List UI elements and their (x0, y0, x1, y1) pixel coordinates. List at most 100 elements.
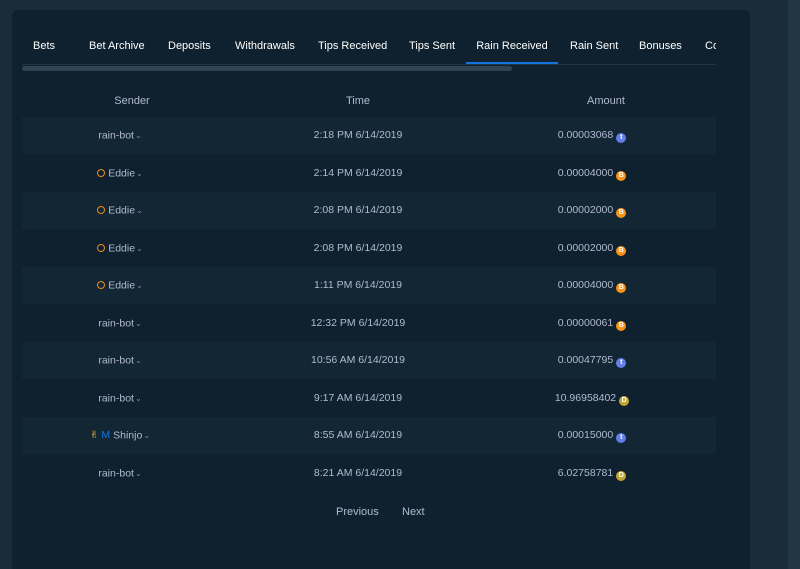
tab-tips-received[interactable]: Tips Received (318, 28, 387, 62)
column-header-amount: Amount (587, 95, 625, 107)
amount-cell: 0.00004000 B (492, 155, 692, 192)
amount-cell: 0.00003068 t (492, 117, 692, 154)
amount-cell: 0.00002000 B (492, 192, 692, 229)
time-cell: 9:17 AM 6/14/2019 (313, 391, 403, 404)
page-scrollbar-track[interactable] (788, 0, 800, 569)
table-row: Eddie⌄ 2:08 PM 6/14/2019 0.00002000 B (22, 230, 716, 267)
sender-cell[interactable]: Eddie⌄ (22, 230, 218, 267)
table-row: rain-bot⌄ 10:56 AM 6/14/2019 0.00047795 t (22, 342, 716, 379)
hand-icon: ✌ (89, 430, 99, 442)
sender-cell[interactable]: rain-bot⌄ (22, 455, 218, 492)
sender-cell[interactable]: Eddie⌄ (22, 155, 218, 192)
eth-icon: t (616, 358, 627, 368)
tab-coupons[interactable]: Coupons (705, 28, 716, 62)
sender-cell[interactable]: ✌ M Shinjo⌄ (22, 417, 218, 454)
table-row: rain-bot⌄ 9:17 AM 6/14/2019 10.96958402 D (22, 380, 716, 417)
moderator-badge: M (101, 429, 111, 442)
amount-value: 0.00000061 (557, 316, 614, 329)
tab-bonuses[interactable]: Bonuses (639, 28, 682, 62)
tab-withdrawals[interactable]: Withdrawals (235, 28, 295, 62)
time-cell: 10:56 AM 6/14/2019 (311, 354, 405, 366)
tab-divider (22, 64, 716, 65)
user-level-ring-icon (97, 243, 106, 252)
btc-icon: B (616, 320, 627, 331)
sender-cell[interactable]: rain-bot⌄ (22, 380, 218, 417)
tab-deposits[interactable]: Deposits (168, 28, 211, 62)
tab-bet-archive[interactable]: Bet Archive (89, 28, 145, 62)
next-page-button[interactable]: Next (402, 506, 425, 518)
sender-name[interactable]: rain-bot (98, 317, 134, 329)
amount-cell: 0.00002000 B (492, 230, 692, 267)
amount-cell: 0.00004000 B (492, 267, 692, 304)
amount-cell: 6.02758781 D (492, 455, 692, 492)
time-cell: 2:18 PM 6/14/2019 (313, 129, 403, 141)
sender-cell[interactable]: rain-bot⌄ (22, 305, 218, 342)
amount-value: 0.00003068 (557, 129, 614, 141)
sender-cell[interactable]: rain-bot⌄ (22, 342, 218, 379)
sender-cell[interactable]: rain-bot⌄ (22, 117, 218, 154)
table-row: rain-bot⌄ 2:18 PM 6/14/2019 0.00003068 t (22, 117, 716, 154)
time-cell: 12:32 PM 6/14/2019 (310, 316, 406, 329)
sender-cell[interactable]: Eddie⌄ (22, 192, 218, 229)
amount-value: 6.02758781 (557, 466, 614, 479)
chevron-down-icon[interactable]: ⌄ (135, 117, 142, 154)
time-cell: 8:55 AM 6/14/2019 (313, 429, 403, 441)
chevron-down-icon[interactable]: ⌄ (136, 155, 143, 192)
amount-value: 0.00002000 (557, 204, 614, 216)
sender-name[interactable]: rain-bot (98, 467, 134, 479)
chevron-down-icon[interactable]: ⌄ (135, 305, 142, 342)
sender-name[interactable]: Eddie (108, 242, 135, 254)
tab-bets[interactable]: Bets (33, 28, 55, 62)
eth-icon: t (616, 133, 627, 143)
btc-icon: B (616, 208, 627, 218)
user-level-ring-icon (97, 168, 106, 177)
time-cell: 8:21 AM 6/14/2019 (313, 466, 403, 479)
sender-name[interactable]: rain-bot (98, 392, 134, 404)
tab-tips-sent[interactable]: Tips Sent (409, 28, 455, 62)
user-level-ring-icon (97, 281, 106, 290)
sender-name[interactable]: rain-bot (98, 129, 134, 141)
sender-name[interactable]: Eddie (108, 167, 135, 179)
time-cell: 1:11 PM 6/14/2019 (314, 279, 402, 291)
table-row: Eddie⌄ 1:11 PM 6/14/2019 0.00004000 B (22, 267, 716, 304)
column-header-sender: Sender (114, 95, 150, 107)
transaction-tabs: Bets Bet Archive Deposits Withdrawals Ti… (22, 28, 716, 64)
tab-rain-received[interactable]: Rain Received (466, 28, 558, 64)
tabs-horizontal-scrollbar[interactable] (22, 66, 512, 71)
chevron-down-icon[interactable]: ⌄ (143, 417, 150, 454)
chevron-down-icon[interactable]: ⌄ (136, 267, 143, 304)
amount-value: 0.00002000 (557, 241, 614, 254)
chevron-down-icon[interactable]: ⌄ (135, 342, 142, 379)
btc-icon: B (616, 170, 627, 181)
amount-value: 0.00004000 (557, 279, 614, 291)
amount-value: 0.00015000 (557, 429, 614, 441)
user-level-ring-icon (97, 206, 106, 215)
column-header-time: Time (345, 95, 371, 107)
sender-name[interactable]: rain-bot (98, 354, 134, 366)
chevron-down-icon[interactable]: ⌄ (136, 230, 143, 267)
sender-cell[interactable]: Eddie⌄ (22, 267, 218, 304)
sender-name[interactable]: Eddie (108, 204, 135, 216)
table-row: rain-bot⌄ 12:32 PM 6/14/2019 0.00000061 B (22, 305, 716, 342)
table-row: rain-bot⌄ 8:21 AM 6/14/2019 6.02758781 D (22, 455, 716, 492)
amount-value: 0.00047795 (557, 354, 614, 366)
amount-cell: 10.96958402 D (492, 380, 692, 417)
amount-value: 10.96958402 (554, 391, 617, 404)
sender-name[interactable]: Eddie (108, 279, 135, 291)
chevron-down-icon[interactable]: ⌄ (135, 455, 142, 492)
sender-name[interactable]: Shinjo (113, 429, 142, 441)
chevron-down-icon[interactable]: ⌄ (136, 192, 143, 229)
amount-cell: 0.00047795 t (492, 342, 692, 379)
amount-value: 0.00004000 (557, 166, 614, 179)
table-row: Eddie⌄ 2:14 PM 6/14/2019 0.00004000 B (22, 155, 716, 192)
table-row: Eddie⌄ 2:08 PM 6/14/2019 0.00002000 B (22, 192, 716, 229)
eth-icon: t (616, 433, 627, 443)
doge-icon: D (619, 395, 630, 406)
previous-page-button[interactable]: Previous (336, 506, 379, 518)
btc-icon: B (616, 283, 627, 293)
table-row: ✌ M Shinjo⌄ 8:55 AM 6/14/2019 0.00015000 t (22, 417, 716, 454)
chevron-down-icon[interactable]: ⌄ (135, 380, 142, 417)
time-cell: 2:08 PM 6/14/2019 (313, 204, 403, 216)
btc-icon: B (616, 245, 627, 256)
tab-rain-sent[interactable]: Rain Sent (570, 28, 618, 62)
